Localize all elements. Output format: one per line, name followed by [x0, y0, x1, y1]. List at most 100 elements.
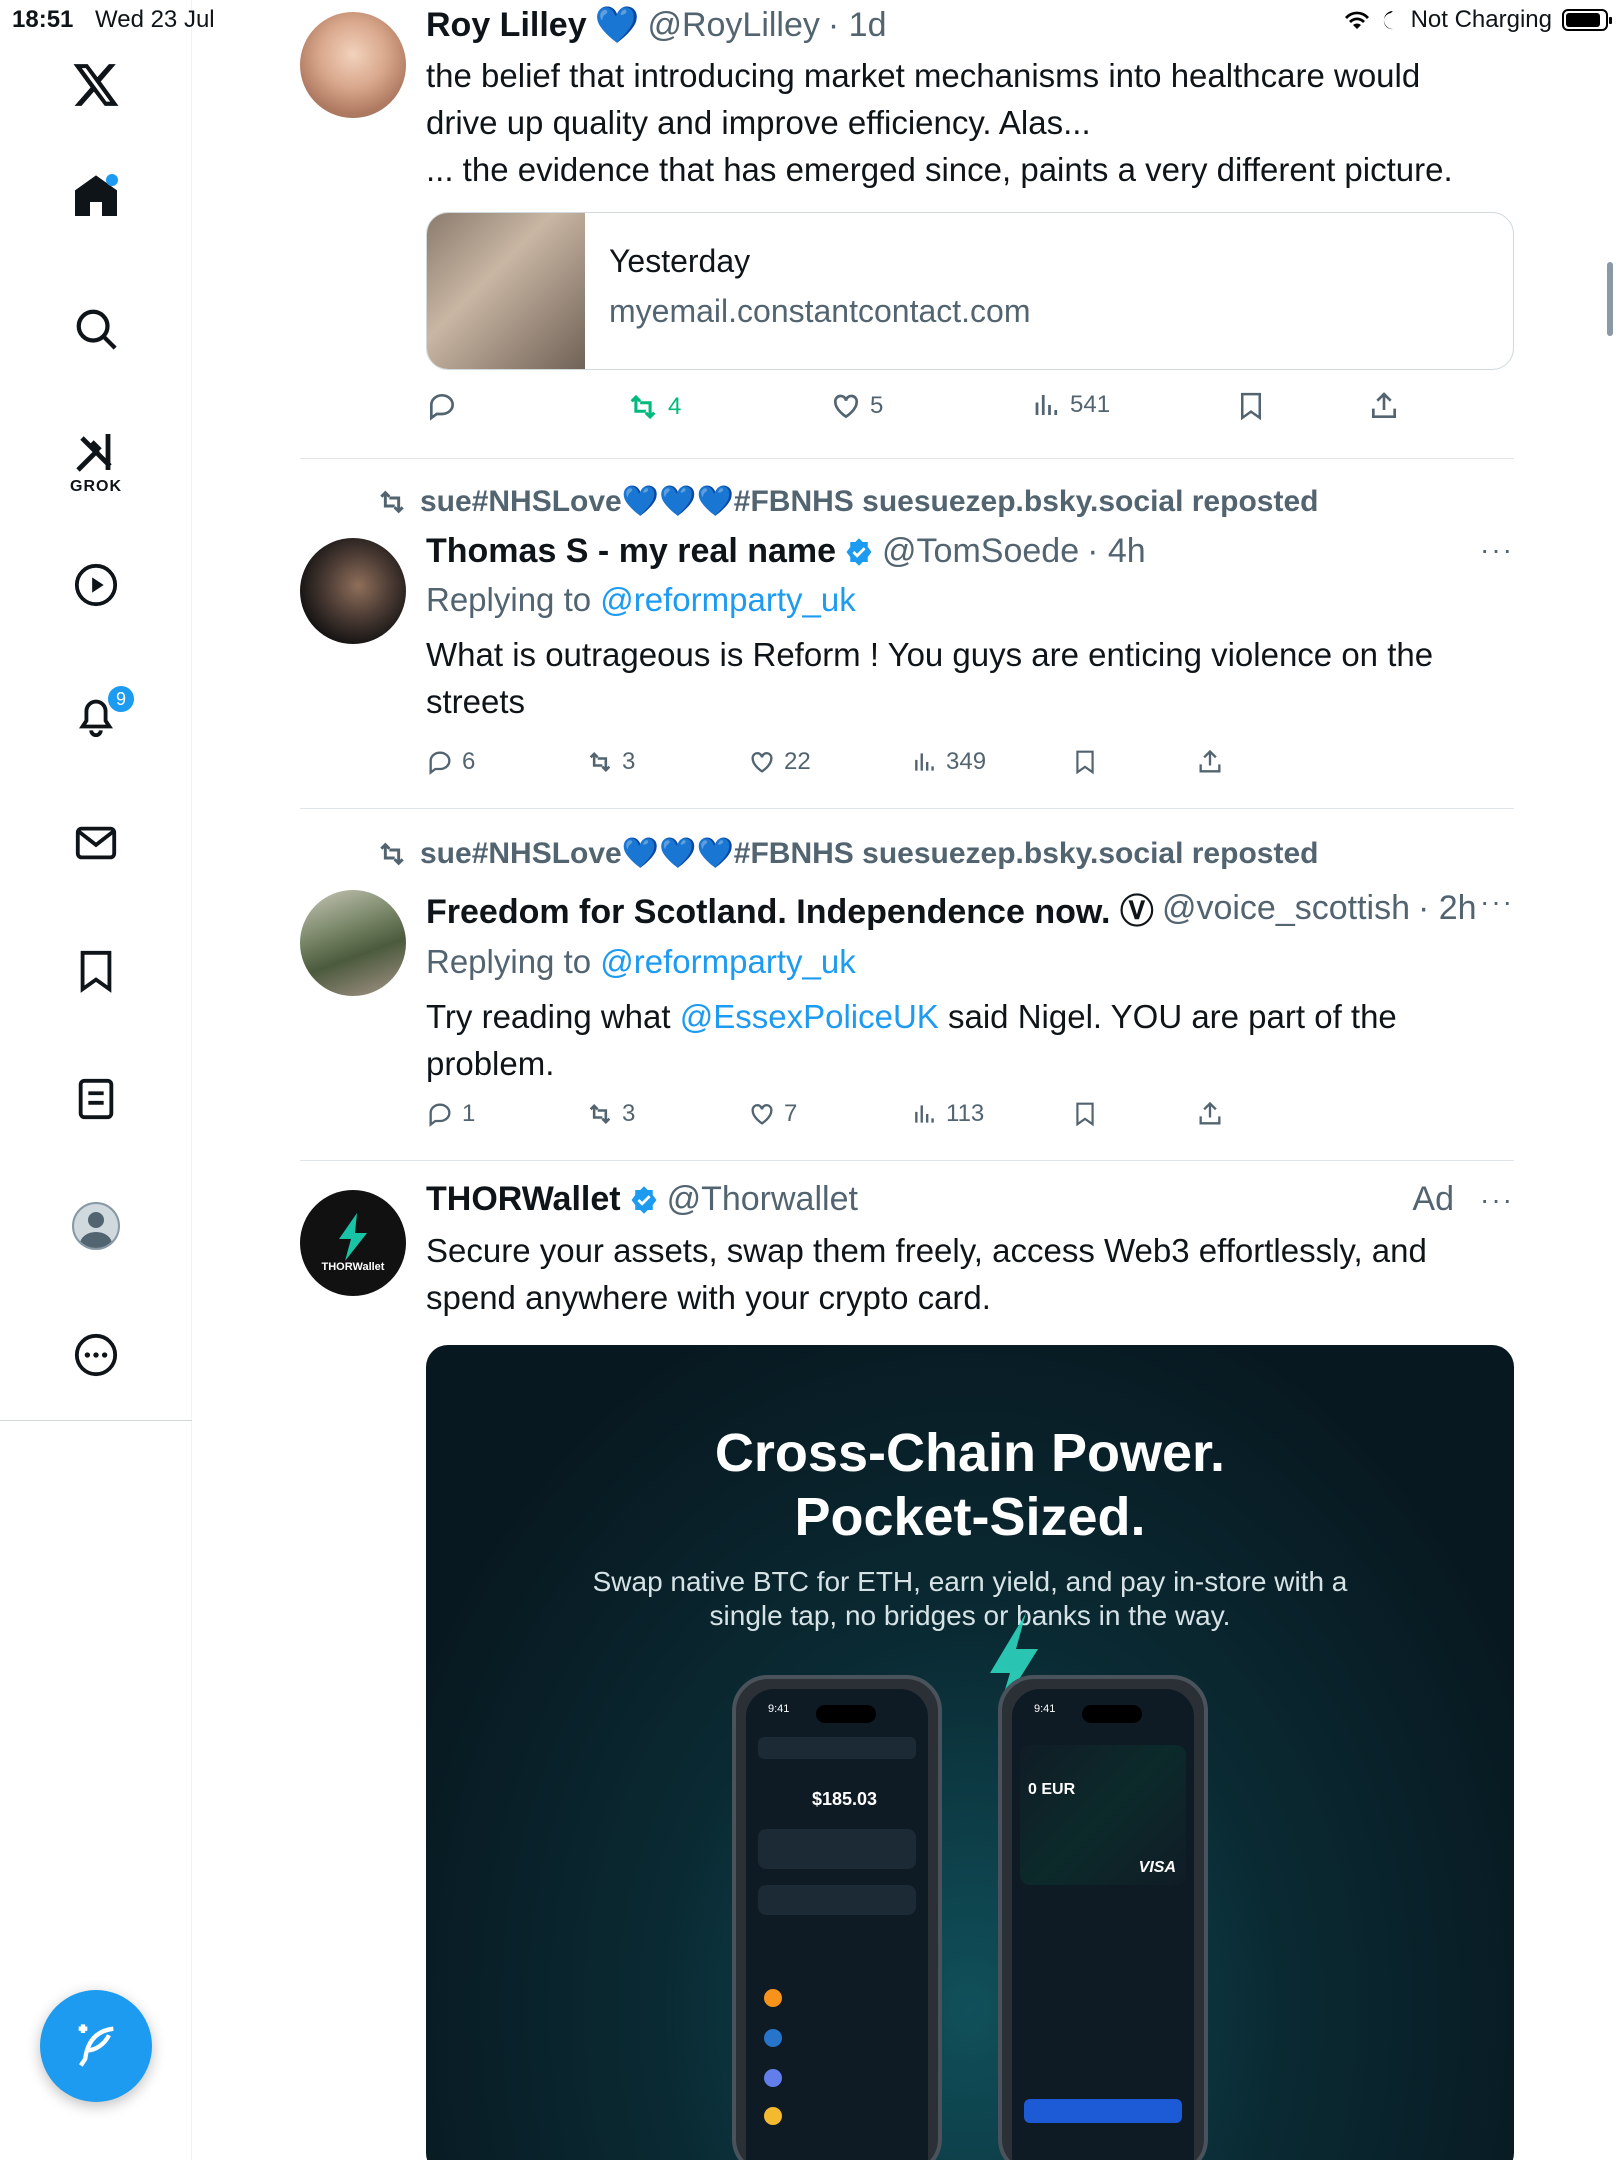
repost-attribution: sue#NHSLove💙💙💙#FBNHS suesuezep.bsky.soci…	[376, 836, 1318, 871]
avatar[interactable]	[300, 538, 406, 644]
nav-home[interactable]	[0, 172, 192, 220]
repost-attribution-text[interactable]: sue#NHSLove💙💙💙#FBNHS suesuezep.bsky.soci…	[420, 484, 1318, 519]
nav-notifications[interactable]	[0, 692, 192, 738]
author-name[interactable]: Freedom for Scotland. Independence now. …	[426, 884, 1154, 933]
analytics-icon	[915, 753, 934, 771]
link-card[interactable]: Yesterday myemail.constantcontact.com	[426, 212, 1514, 370]
phone-notch	[1082, 1705, 1142, 1723]
phone-notch	[816, 1705, 876, 1723]
ad-image[interactable]: Cross-Chain Power. Pocket-Sized. Swap na…	[426, 1345, 1514, 2160]
nav-bookmarks[interactable]	[0, 948, 192, 994]
compose-button[interactable]	[40, 1990, 152, 2102]
bookmark-button[interactable]	[1072, 748, 1098, 776]
nav-more[interactable]	[0, 1332, 192, 1378]
repost-icon	[589, 1104, 611, 1124]
repost-button[interactable]: 3	[586, 748, 635, 776]
replying-to-link[interactable]: @reformparty_uk	[600, 943, 855, 980]
status-time: 18:51	[12, 6, 74, 33]
like-count: 22	[784, 748, 811, 775]
views-button[interactable]: 349	[912, 748, 986, 776]
repost-count: 3	[622, 1100, 636, 1127]
reply-icon	[429, 751, 451, 775]
share-icon	[1372, 392, 1396, 418]
tweet-text: Try reading what @EssexPoliceUK said Nig…	[426, 993, 1514, 1087]
phone-mockup-card: 9:41 0 EUR VISA	[998, 1675, 1208, 2160]
bookmark-icon	[1076, 1102, 1094, 1127]
usdc-token-icon	[764, 2029, 782, 2047]
moon-icon	[1383, 11, 1393, 30]
phone-action-row	[758, 1829, 916, 1869]
x-logo-icon[interactable]	[0, 60, 192, 110]
activate-card-button	[1024, 2099, 1182, 2123]
avatar[interactable]: THORWallet	[300, 1190, 406, 1296]
compose-icon	[78, 2024, 114, 2067]
visa-logo: VISA	[1138, 1859, 1176, 1876]
heart-outline-icon	[751, 1104, 773, 1125]
mention-link[interactable]: @EssexPoliceUK	[680, 998, 939, 1035]
post-separator	[300, 808, 1514, 809]
tweet-time: · 4h	[1087, 532, 1146, 570]
nav-grok[interactable]	[0, 428, 192, 476]
repost-icon	[380, 490, 404, 513]
bookmark-button[interactable]	[1072, 1100, 1098, 1128]
author-name[interactable]: THORWallet	[426, 1180, 621, 1219]
bookmark-icon	[80, 950, 112, 993]
phone-time: 9:41	[768, 1703, 790, 1715]
replying-label: Replying to	[426, 581, 592, 618]
eth-token-icon	[764, 2069, 782, 2087]
phone-mockup-wallet: 9:41 $185.03	[732, 1675, 942, 2160]
ad-subline-line: Swap native BTC for ETH, earn yield, and…	[592, 1566, 1348, 1597]
like-button[interactable]: 22	[748, 748, 811, 776]
nav-messages[interactable]	[0, 820, 192, 866]
tweet-text-line: drive up quality and improve efficiency.…	[426, 104, 1091, 141]
phone-screen: 9:41 0 EUR VISA	[1012, 1689, 1194, 2160]
share-button[interactable]	[1196, 1100, 1224, 1128]
link-card-title: Yesterday	[609, 243, 751, 279]
reply-button[interactable]: 6	[426, 748, 475, 776]
bnb-token-icon	[764, 2107, 782, 2125]
sidebar-divider	[0, 1420, 192, 1421]
charging-status: Not Charging	[1410, 6, 1552, 33]
nav-search[interactable]	[0, 306, 192, 352]
btc-token-icon	[764, 1989, 782, 2007]
scrollbar[interactable]	[1607, 262, 1613, 336]
repost-button[interactable]: 4	[626, 390, 681, 424]
nav-video[interactable]	[0, 562, 192, 608]
reply-button[interactable]: 1	[426, 1100, 475, 1128]
bookmark-button[interactable]	[1236, 390, 1266, 422]
profile-icon	[72, 1202, 120, 1250]
tweet-actions: 1 3 7 113	[426, 1100, 1514, 1132]
tweet-text-line: the belief that introducing market mecha…	[426, 57, 1421, 94]
views-button[interactable]: 113	[912, 1100, 984, 1128]
tweet-header: Thomas S - my real name @TomSoede · 4h	[426, 532, 1514, 571]
author-handle[interactable]: @TomSoede	[882, 532, 1079, 571]
views-count: 349	[946, 748, 987, 775]
reply-button[interactable]	[426, 390, 458, 422]
bookmark-icon	[1076, 750, 1094, 775]
like-button[interactable]: 7	[748, 1100, 797, 1128]
repost-attribution-text[interactable]: sue#NHSLove💙💙💙#FBNHS suesuezep.bsky.soci…	[420, 836, 1318, 871]
nav-profile[interactable]	[0, 1202, 192, 1250]
share-button[interactable]	[1196, 748, 1224, 776]
repost-button[interactable]: 3	[586, 1100, 635, 1128]
repost-attribution: sue#NHSLove💙💙💙#FBNHS suesuezep.bsky.soci…	[376, 484, 1318, 519]
nav-lists[interactable]	[0, 1076, 192, 1122]
link-card-domain: myemail.constantcontact.com	[609, 293, 1031, 329]
search-icon	[76, 309, 117, 350]
tweet-text-line: spend anywhere with your crypto card.	[426, 1279, 991, 1316]
replying-to-link[interactable]: @reformparty_uk	[600, 581, 855, 618]
author-name[interactable]: Thomas S - my real name	[426, 532, 836, 571]
phone-time: 9:41	[1034, 1703, 1056, 1715]
avatar[interactable]	[300, 890, 406, 996]
verified-badge-icon	[631, 1185, 657, 1214]
repost-icon	[380, 842, 404, 865]
like-button[interactable]: 5	[830, 390, 883, 422]
sidebar: GROK 9	[0, 0, 192, 2160]
author-handle[interactable]: @Thorwallet	[667, 1180, 858, 1219]
views-button[interactable]: 541	[1032, 390, 1110, 420]
share-button[interactable]	[1368, 390, 1400, 422]
home-unread-dot	[106, 174, 118, 186]
avatar-label: THORWallet	[321, 1261, 385, 1273]
thorwallet-logo-icon	[339, 1213, 367, 1261]
author-handle[interactable]: @voice_scottish	[1162, 889, 1410, 928]
